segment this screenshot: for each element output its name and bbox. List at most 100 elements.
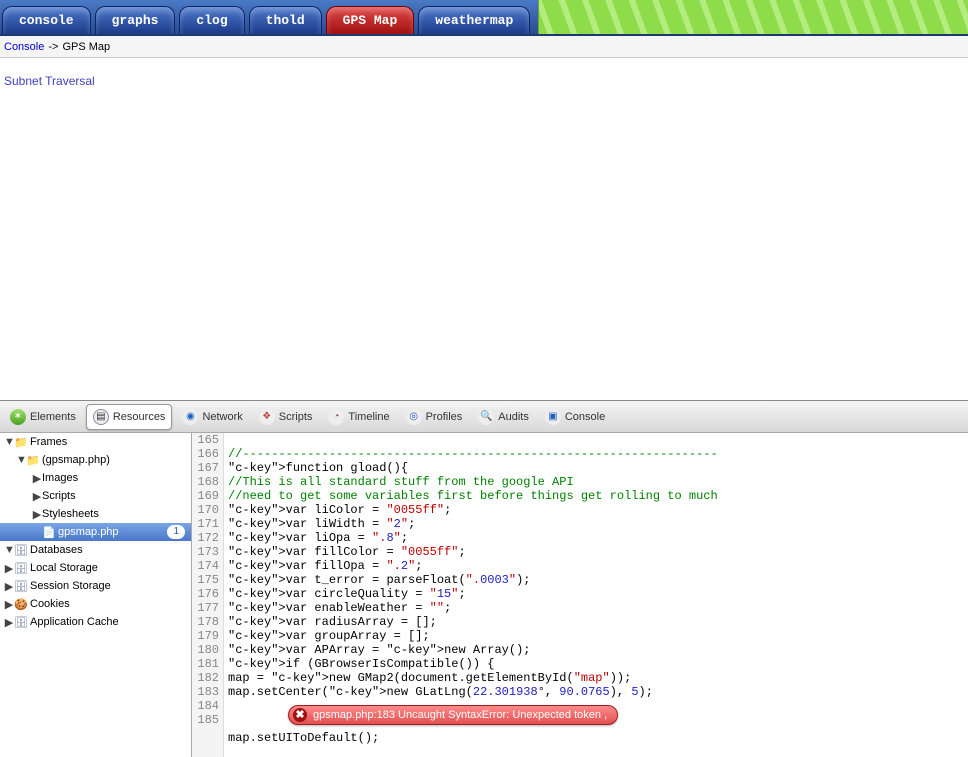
code-line: "c-key">var fillOpa = ".2";: [228, 559, 968, 573]
error-count-badge: 1: [167, 525, 185, 539]
disclosure-triangle-icon[interactable]: ▶: [4, 616, 14, 629]
tree-app-cache[interactable]: ▶ 🗄 Application Cache: [0, 613, 191, 631]
disclosure-triangle-icon[interactable]: ▼: [4, 544, 14, 556]
devtools-tab-timeline[interactable]: ◔ Timeline: [322, 404, 395, 430]
tab-clog[interactable]: clog: [179, 6, 244, 34]
code-line: map = "c-key">new GMap2(document.getElem…: [228, 671, 968, 685]
devtools-tab-scripts[interactable]: ❖ Scripts: [253, 404, 319, 430]
source-lines: //--------------------------------------…: [228, 433, 968, 757]
code-line: "c-key">var liOpa = ".8";: [228, 531, 968, 545]
storage-icon: 🗄: [14, 580, 28, 593]
header-decoration: [538, 0, 968, 34]
devtools-tab-network[interactable]: ◉ Network: [176, 404, 248, 430]
tree-label: Frames: [30, 436, 67, 448]
tree-frames[interactable]: ▼ 📁 Frames: [0, 433, 191, 451]
breadcrumb: Console -> GPS Map: [0, 36, 968, 58]
tree-label: Images: [42, 472, 78, 484]
console-icon: ▣: [545, 409, 561, 425]
profiles-icon: ◎: [406, 409, 422, 425]
source-code-viewer[interactable]: 1651661671681691701711721731741751761771…: [192, 433, 968, 757]
tree-scripts[interactable]: ▶ Scripts: [0, 487, 191, 505]
audits-icon: 🔍: [478, 409, 494, 425]
devtools-tab-audits[interactable]: 🔍 Audits: [472, 404, 535, 430]
subnet-traversal-link[interactable]: Subnet Traversal: [4, 74, 968, 88]
devtools-tab-resources[interactable]: ▤ Resources: [86, 404, 173, 430]
tree-label: Application Cache: [30, 616, 119, 628]
timeline-icon: ◔: [328, 409, 344, 425]
devtools-tab-label: Audits: [498, 411, 529, 423]
disclosure-triangle-icon[interactable]: ▶: [4, 562, 14, 575]
disclosure-triangle-icon[interactable]: ▶: [32, 508, 42, 521]
code-line: "c-key">var circleQuality = "15";: [228, 587, 968, 601]
tree-label: Scripts: [42, 490, 76, 502]
code-line: //This is all standard stuff from the go…: [228, 475, 968, 489]
code-line: "c-key">var t_error = parseFloat(".0003"…: [228, 573, 968, 587]
cookie-icon: 🍪: [14, 598, 28, 611]
code-line: "c-key">var liColor = "0055ff";: [228, 503, 968, 517]
line-number-gutter: 1651661671681691701711721731741751761771…: [192, 433, 224, 757]
code-line: [228, 433, 968, 447]
tree-label: Local Storage: [30, 562, 98, 574]
folder-icon: 📁: [26, 454, 40, 467]
devtools-panel: ✶ Elements ▤ Resources ◉ Network ❖ Scrip…: [0, 400, 968, 757]
tree-stylesheets[interactable]: ▶ Stylesheets: [0, 505, 191, 523]
tree-cookies[interactable]: ▶ 🍪 Cookies: [0, 595, 191, 613]
storage-icon: 🗄: [14, 562, 28, 575]
tree-label: Stylesheets: [42, 508, 99, 520]
code-line: map.setCenter("c-key">new GLatLng(22.301…: [228, 685, 968, 699]
code-line: "c-key">var fillColor = "0055ff";: [228, 545, 968, 559]
tree-label: Databases: [30, 544, 83, 556]
code-line: "c-key">if (GBrowserIsCompatible()) {: [228, 657, 968, 671]
folder-icon: 📁: [14, 436, 28, 449]
disclosure-triangle-icon[interactable]: ▼: [4, 436, 14, 448]
breadcrumb-current: GPS Map: [62, 41, 110, 53]
scripts-icon: ❖: [259, 409, 275, 425]
disclosure-triangle-icon[interactable]: ▶: [32, 472, 42, 485]
tree-label: gpsmap.php: [58, 526, 119, 538]
code-line: "c-key">var groupArray = [];: [228, 629, 968, 643]
devtools-tab-console[interactable]: ▣ Console: [539, 404, 611, 430]
breadcrumb-console-link[interactable]: Console: [4, 41, 44, 53]
code-line: [228, 745, 968, 757]
appcache-icon: 🗄: [14, 616, 28, 629]
tree-label: (gpsmap.php): [42, 454, 110, 466]
devtools-tab-elements[interactable]: ✶ Elements: [4, 404, 82, 430]
tree-label: Cookies: [30, 598, 70, 610]
tree-folder-gpsmap[interactable]: ▼ 📁 (gpsmap.php): [0, 451, 191, 469]
devtools-tab-label: Scripts: [279, 411, 313, 423]
devtools-tab-profiles[interactable]: ◎ Profiles: [400, 404, 469, 430]
code-line: "c-key">function gload(){: [228, 461, 968, 475]
tab-thold[interactable]: thold: [249, 6, 322, 34]
code-line: "c-key">var enableWeather = "";: [228, 601, 968, 615]
error-icon: ✖: [293, 708, 307, 722]
code-line: "c-key">var liWidth = "2";: [228, 517, 968, 531]
breadcrumb-sep: ->: [48, 41, 58, 53]
tree-databases[interactable]: ▼ 🗄 Databases: [0, 541, 191, 559]
code-line: //need to get some variables first befor…: [228, 489, 968, 503]
error-text: gpsmap.php:183 Uncaught SyntaxError: Une…: [313, 708, 607, 722]
resources-icon: ▤: [93, 409, 109, 425]
tree-images[interactable]: ▶ Images: [0, 469, 191, 487]
tree-file-gpsmap-php[interactable]: 📄 gpsmap.php 1: [0, 523, 191, 541]
disclosure-triangle-icon[interactable]: ▼: [16, 454, 26, 466]
tab-graphs[interactable]: graphs: [95, 6, 176, 34]
tree-label: Session Storage: [30, 580, 111, 592]
tab-weathermap[interactable]: weathermap: [418, 6, 530, 34]
devtools-tab-label: Console: [565, 411, 605, 423]
devtools-tab-label: Profiles: [426, 411, 463, 423]
disclosure-triangle-icon[interactable]: ▶: [4, 598, 14, 611]
database-icon: 🗄: [14, 544, 28, 557]
disclosure-triangle-icon[interactable]: ▶: [32, 490, 42, 503]
elements-icon: ✶: [10, 409, 26, 425]
tab-gpsmap[interactable]: GPS Map: [326, 6, 415, 34]
network-icon: ◉: [182, 409, 198, 425]
tree-local-storage[interactable]: ▶ 🗄 Local Storage: [0, 559, 191, 577]
syntax-error-badge[interactable]: ✖ gpsmap.php:183 Uncaught SyntaxError: Un…: [288, 705, 618, 725]
tab-console[interactable]: console: [2, 6, 91, 34]
resources-tree[interactable]: ▼ 📁 Frames ▼ 📁 (gpsmap.php) ▶ Images ▶ S…: [0, 433, 192, 757]
code-line: //--------------------------------------…: [228, 447, 968, 461]
tree-session-storage[interactable]: ▶ 🗄 Session Storage: [0, 577, 191, 595]
devtools-tab-bar: ✶ Elements ▤ Resources ◉ Network ❖ Scrip…: [0, 401, 968, 433]
code-line: map.setUIToDefault();: [228, 731, 968, 745]
disclosure-triangle-icon[interactable]: ▶: [4, 580, 14, 593]
